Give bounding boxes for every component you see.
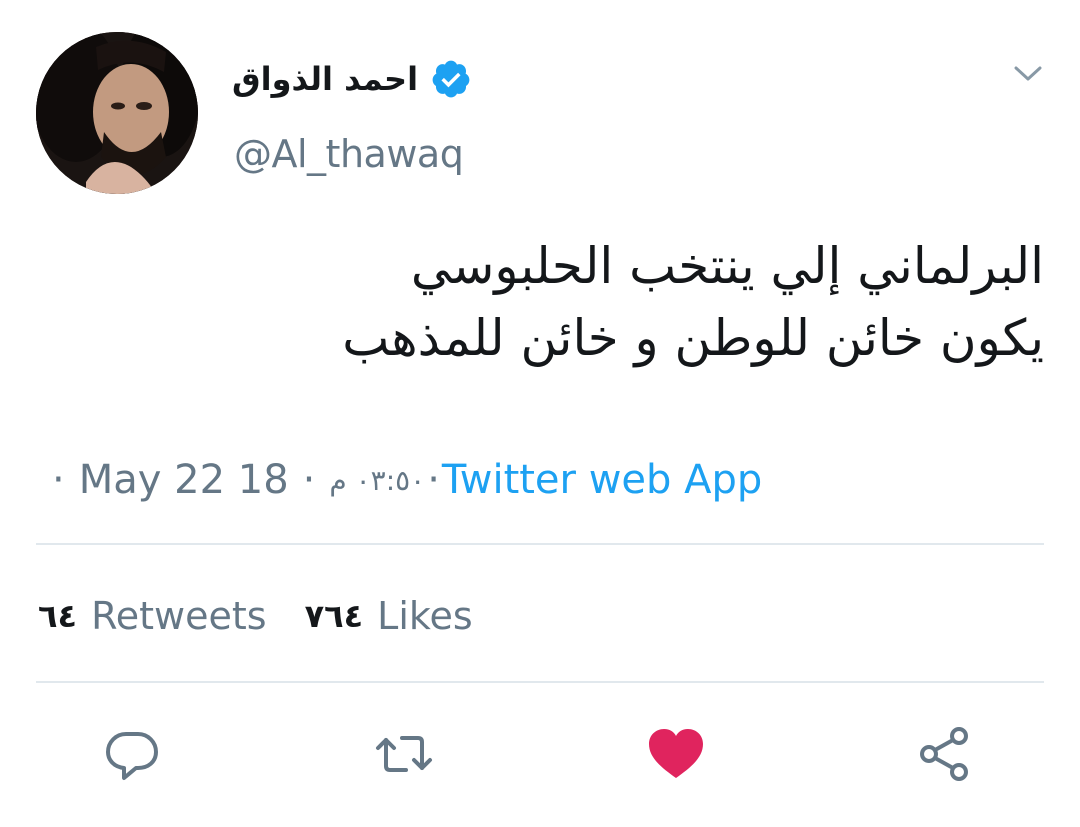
- tweet-stats: ٦٤ Retweets ٧٦٤ Likes: [38, 588, 511, 644]
- divider: [36, 543, 1044, 545]
- avatar-image: [36, 32, 198, 194]
- heart-icon[interactable]: [644, 722, 708, 786]
- tweet-meta: · May 22 18 · ٠٣:٥٠ م · Twitter web App: [52, 452, 762, 508]
- retweets-count[interactable]: ٦٤: [38, 597, 77, 635]
- verified-badge-icon: [432, 60, 470, 98]
- display-name[interactable]: احمد الذواق: [232, 60, 418, 98]
- retweets-label[interactable]: Retweets: [91, 594, 267, 638]
- avatar[interactable]: [36, 32, 198, 194]
- tweet-source-link[interactable]: Twitter web App: [442, 457, 762, 503]
- tweet-text-line: يكون خائن للوطن و خائن للمذهب: [342, 309, 1044, 367]
- meta-separator: ·: [427, 457, 440, 503]
- tweet-time[interactable]: ٠٣:٥٠ م: [329, 464, 425, 497]
- likes-label[interactable]: Likes: [377, 594, 473, 638]
- tweet-text-line: البرلماني إلي ينتخب الحلبوسي: [410, 237, 1044, 295]
- author-name-row[interactable]: احمد الذواق: [232, 54, 472, 104]
- meta-separator: ·: [52, 457, 65, 503]
- meta-separator: ·: [302, 457, 316, 503]
- reply-icon[interactable]: [100, 722, 164, 786]
- retweet-icon[interactable]: [372, 722, 436, 786]
- tweet-date[interactable]: May 22 18: [79, 457, 289, 503]
- tweet-text: البرلماني إلي ينتخب الحلبوسي يكون خائن ل…: [44, 230, 1044, 374]
- chevron-down-icon[interactable]: [1010, 60, 1046, 88]
- likes-count[interactable]: ٧٦٤: [305, 597, 364, 635]
- divider: [36, 681, 1044, 683]
- share-icon[interactable]: [913, 722, 977, 786]
- user-handle[interactable]: @Al_thawaq: [234, 132, 464, 176]
